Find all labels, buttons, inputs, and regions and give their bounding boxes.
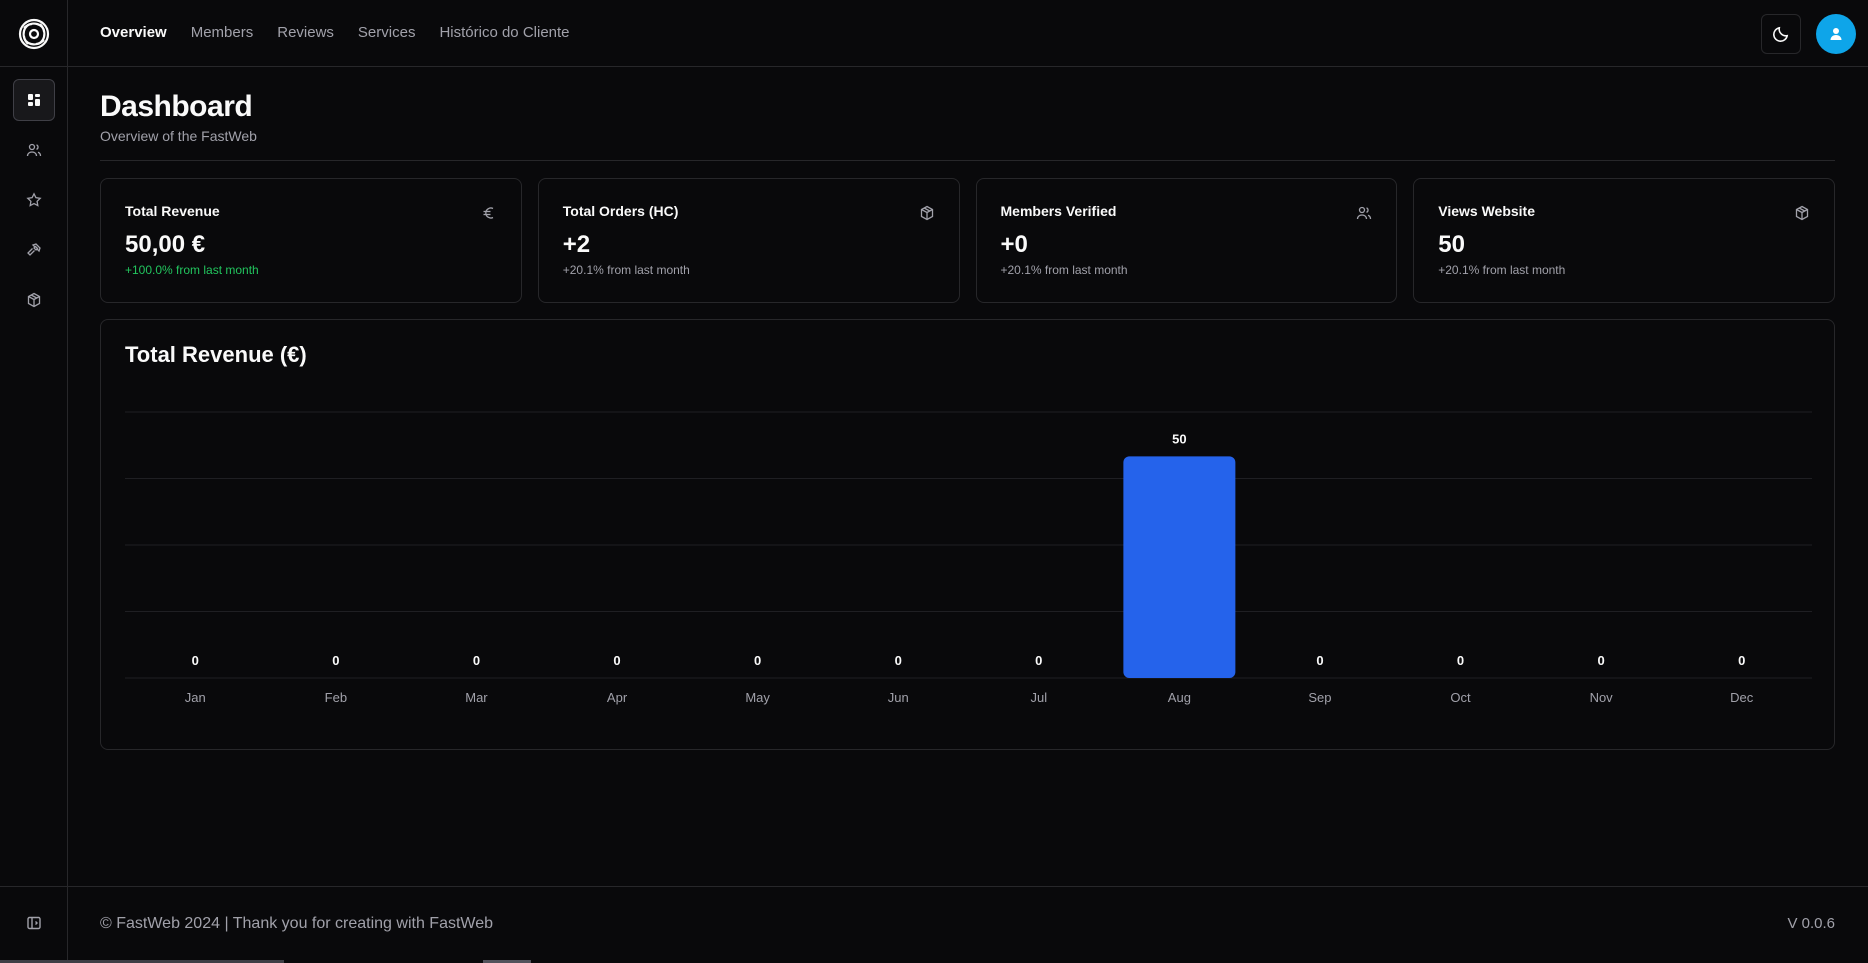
chart-data-label: 0 <box>192 653 199 668</box>
sidebar-divider <box>0 886 68 887</box>
nav-reviews[interactable]: Reviews <box>277 24 334 41</box>
chart-x-tick-label: Mar <box>465 690 488 705</box>
chart-data-label: 50 <box>1172 431 1186 446</box>
dashboard-icon <box>28 94 40 106</box>
sidebar <box>0 0 68 963</box>
chart-x-tick-label: Sep <box>1308 690 1331 705</box>
chart-x-tick-label: Nov <box>1590 690 1614 705</box>
chart-data-label: 0 <box>1035 653 1042 668</box>
chart-x-tick-label: Apr <box>607 690 628 705</box>
sidebar-divider <box>0 66 68 67</box>
user-avatar-button[interactable] <box>1816 14 1856 54</box>
card-note: +100.0% from last month <box>125 263 259 277</box>
package-icon <box>27 292 41 308</box>
sidebar-toggle-icon <box>27 916 41 930</box>
stat-card-total-revenue: Total Revenue 50,00 € +100.0% from last … <box>100 178 522 303</box>
footer-text: © FastWeb 2024 | Thank you for creating … <box>100 915 494 932</box>
footer: © FastWeb 2024 | Thank you for creating … <box>68 886 1868 963</box>
user-icon <box>1830 28 1842 40</box>
sidebar-item-dashboard[interactable] <box>13 79 55 121</box>
chart-data-label: 0 <box>1598 653 1605 668</box>
revenue-chart-card: Total Revenue (€) 0 Jan 0 Feb 0 Mar 0 Apr 0 May 0 J… <box>100 319 1835 750</box>
chart-title: Total Revenue (€) <box>125 342 307 367</box>
star-icon <box>26 192 42 207</box>
main-nav: Overview Members Reviews Services Histór… <box>100 24 570 41</box>
page-subtitle: Overview of the FastWeb <box>100 128 257 144</box>
card-value: +0 <box>1000 231 1028 258</box>
chart-data-label: 0 <box>754 653 761 668</box>
nav-members[interactable]: Members <box>191 24 254 41</box>
card-value: +2 <box>562 231 591 258</box>
moon-icon <box>1773 26 1789 42</box>
theme-toggle-button[interactable] <box>1761 14 1801 54</box>
nav-overview[interactable]: Overview <box>100 24 167 41</box>
chart-x-tick-label: Feb <box>325 690 347 705</box>
sidebar-item-services[interactable] <box>13 229 55 271</box>
chart-x-tick-label: Jul <box>1030 690 1047 705</box>
card-value: 50 <box>1438 231 1465 258</box>
card-title: Views Website <box>1438 203 1535 219</box>
stat-card-members-verified: Members Verified +0 +20.1% from last mon… <box>975 178 1398 303</box>
revenue-bar-chart: 0 Jan 0 Feb 0 Mar 0 Apr 0 May 0 Jun 0 Jul 50 Aug 0 Sep 0 Oc… <box>125 411 1812 705</box>
hammer-icon <box>27 243 41 256</box>
main-content: Dashboard Overview of the FastWeb Total … <box>100 90 1835 750</box>
chart-x-tick-label: May <box>745 690 770 705</box>
chart-bar <box>1123 456 1236 678</box>
nav-historico-cliente[interactable]: Histórico do Cliente <box>439 24 569 41</box>
sidebar-item-reviews[interactable] <box>13 179 55 221</box>
chart-data-label: 0 <box>473 653 480 668</box>
nav-services[interactable]: Services <box>358 24 416 41</box>
top-navigation-bar: Overview Members Reviews Services Histór… <box>68 0 1868 67</box>
card-title: Members Verified <box>1000 203 1117 219</box>
stats-cards: Total Revenue 50,00 € +100.0% from last … <box>100 178 1835 303</box>
chart-data-label: 0 <box>1457 653 1464 668</box>
stat-card-views-website: Views Website 50 +20.1% from last month <box>1413 178 1835 303</box>
chart-x-tick-label: Jan <box>185 690 206 705</box>
chart-data-label: 0 <box>1316 653 1323 668</box>
chart-x-tick-label: Aug <box>1168 690 1191 705</box>
card-title: Total Orders (HC) <box>562 203 679 219</box>
card-note: +20.1% from last month <box>1438 263 1566 277</box>
card-note: +20.1% from last month <box>1000 263 1128 277</box>
chart-data-label: 0 <box>1738 653 1745 668</box>
card-value: 50,00 € <box>125 231 206 258</box>
chart-data-label: 0 <box>332 653 339 668</box>
sidebar-collapse-button[interactable] <box>13 902 55 944</box>
stat-card-total-orders: Total Orders (HC) +2 +20.1% from last mo… <box>537 178 960 303</box>
users-icon <box>26 143 42 157</box>
sidebar-item-members[interactable] <box>13 129 55 171</box>
version-label: V 0.0.6 <box>1787 915 1835 932</box>
chart-x-tick-label: Dec <box>1730 690 1754 705</box>
euro-icon <box>483 207 494 219</box>
chart-data-label: 0 <box>613 653 620 668</box>
card-note: +20.1% from last month <box>562 263 690 277</box>
package-icon <box>920 205 933 221</box>
users-icon <box>1357 206 1372 220</box>
chart-x-tick-label: Jun <box>888 690 909 705</box>
sidebar-item-packages[interactable] <box>13 279 55 321</box>
header-divider <box>100 160 1835 161</box>
chart-x-tick-label: Oct <box>1450 690 1471 705</box>
chart-data-label: 0 <box>895 653 902 668</box>
card-title: Total Revenue <box>125 203 220 219</box>
page-title: Dashboard <box>100 90 253 123</box>
package-icon <box>1795 205 1809 221</box>
logo-icon[interactable] <box>16 16 52 52</box>
